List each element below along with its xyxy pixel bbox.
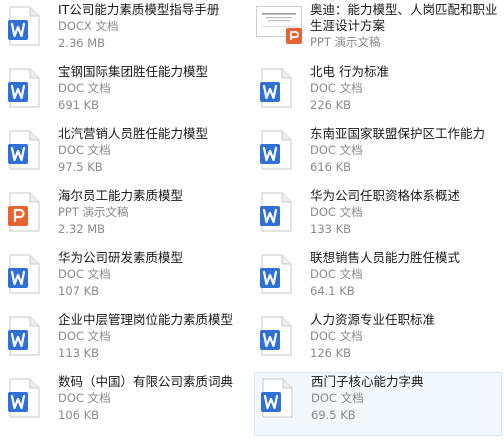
file-name: 企业中层管理岗位能力素质模型 — [58, 312, 234, 327]
word-icon — [261, 378, 293, 418]
file-name: 西门子核心能力字典 — [311, 374, 424, 389]
file-size: 616 KB — [310, 160, 352, 174]
file-type: DOC 文档 — [310, 205, 363, 219]
file-type: DOC 文档 — [310, 81, 363, 95]
file-type: PPT 演示文稿 — [58, 205, 129, 219]
word-icon — [8, 68, 40, 108]
file-size: 97.5 KB — [58, 160, 103, 174]
file-size: 64.1 KB — [310, 284, 355, 298]
word-icon — [260, 192, 292, 232]
file-item[interactable]: 联想销售人员能力胜任模式 DOC 文档 64.1 KB — [254, 250, 502, 310]
file-name: IT公司能力素质模型指导手册 — [58, 2, 220, 17]
file-name: 人力资源专业任职标准 — [310, 312, 436, 327]
file-item[interactable]: 数码（中国）有限公司素质词典 DOC 文档 106 KB — [2, 374, 250, 434]
file-item[interactable]: 北电 行为标准 DOC 文档 226 KB — [254, 64, 502, 124]
file-grid: IT公司能力素质模型指导手册 DOCX 文档 2.36 MB 奥迪：能力模型、人… — [0, 0, 504, 440]
word-icon — [8, 316, 40, 356]
file-type: DOC 文档 — [310, 143, 363, 157]
file-type: DOC 文档 — [58, 143, 111, 157]
file-item-selected[interactable]: 西门子核心能力字典 DOC 文档 69.5 KB — [254, 372, 502, 436]
file-item[interactable]: IT公司能力素质模型指导手册 DOCX 文档 2.36 MB — [2, 2, 250, 62]
ppt-icon — [8, 192, 40, 232]
word-icon — [260, 130, 292, 170]
file-size: 691 KB — [58, 98, 100, 112]
file-size: 126 KB — [310, 346, 352, 360]
file-type: DOC 文档 — [58, 81, 111, 95]
file-type: DOC 文档 — [310, 329, 363, 343]
file-type: DOCX 文档 — [58, 19, 119, 33]
file-item[interactable]: 华为公司任职资格体系概述 DOC 文档 133 KB — [254, 188, 502, 248]
file-name: 华为公司研发素质模型 — [58, 250, 184, 265]
file-name: 北电 行为标准 — [310, 64, 389, 79]
file-item[interactable]: 企业中层管理岗位能力素质模型 DOC 文档 113 KB — [2, 312, 250, 372]
file-size: 2.32 MB — [58, 222, 106, 236]
file-size: 133 KB — [310, 222, 352, 236]
file-item[interactable]: 海尔员工能力素质模型 PPT 演示文稿 2.32 MB — [2, 188, 250, 248]
file-type: DOC 文档 — [58, 267, 111, 281]
file-type: DOC 文档 — [58, 391, 111, 405]
file-name: 东南亚国家联盟保护区工作能力 — [310, 126, 486, 141]
word-icon — [8, 254, 40, 294]
file-size: 69.5 KB — [311, 408, 356, 422]
file-item[interactable]: 华为公司研发素质模型 DOC 文档 107 KB — [2, 250, 250, 310]
file-name: 奥迪：能力模型、人岗匹配和职业生涯设计方案 — [310, 2, 498, 33]
word-icon — [8, 6, 40, 46]
file-name: 海尔员工能力素质模型 — [58, 188, 184, 203]
file-size: 113 KB — [58, 346, 100, 360]
file-type: DOC 文档 — [311, 391, 364, 405]
file-item[interactable]: 宝钢国际集团胜任能力模型 DOC 文档 691 KB — [2, 64, 250, 124]
word-icon — [260, 68, 292, 108]
word-icon — [260, 254, 292, 294]
ppt-thumbnail — [256, 6, 302, 44]
file-type: PPT 演示文稿 — [310, 35, 381, 49]
word-icon — [8, 130, 40, 170]
word-icon — [8, 378, 40, 418]
file-size: 107 KB — [58, 284, 100, 298]
file-size: 2.36 MB — [58, 36, 106, 50]
file-name: 宝钢国际集团胜任能力模型 — [58, 64, 209, 79]
file-name: 联想销售人员能力胜任模式 — [310, 250, 461, 265]
file-size: 226 KB — [310, 98, 352, 112]
file-size: 106 KB — [58, 408, 100, 422]
file-item[interactable]: 东南亚国家联盟保护区工作能力 DOC 文档 616 KB — [254, 126, 502, 186]
file-item[interactable]: 北汽营销人员胜任能力模型 DOC 文档 97.5 KB — [2, 126, 250, 186]
file-type: DOC 文档 — [58, 329, 111, 343]
file-name: 数码（中国）有限公司素质词典 — [58, 374, 234, 389]
file-name: 北汽营销人员胜任能力模型 — [58, 126, 209, 141]
word-icon — [260, 316, 292, 356]
file-name: 华为公司任职资格体系概述 — [310, 188, 461, 203]
file-type: DOC 文档 — [310, 267, 363, 281]
file-item[interactable]: 人力资源专业任职标准 DOC 文档 126 KB — [254, 312, 502, 372]
file-item[interactable]: 奥迪：能力模型、人岗匹配和职业生涯设计方案 PPT 演示文稿 — [254, 2, 502, 62]
